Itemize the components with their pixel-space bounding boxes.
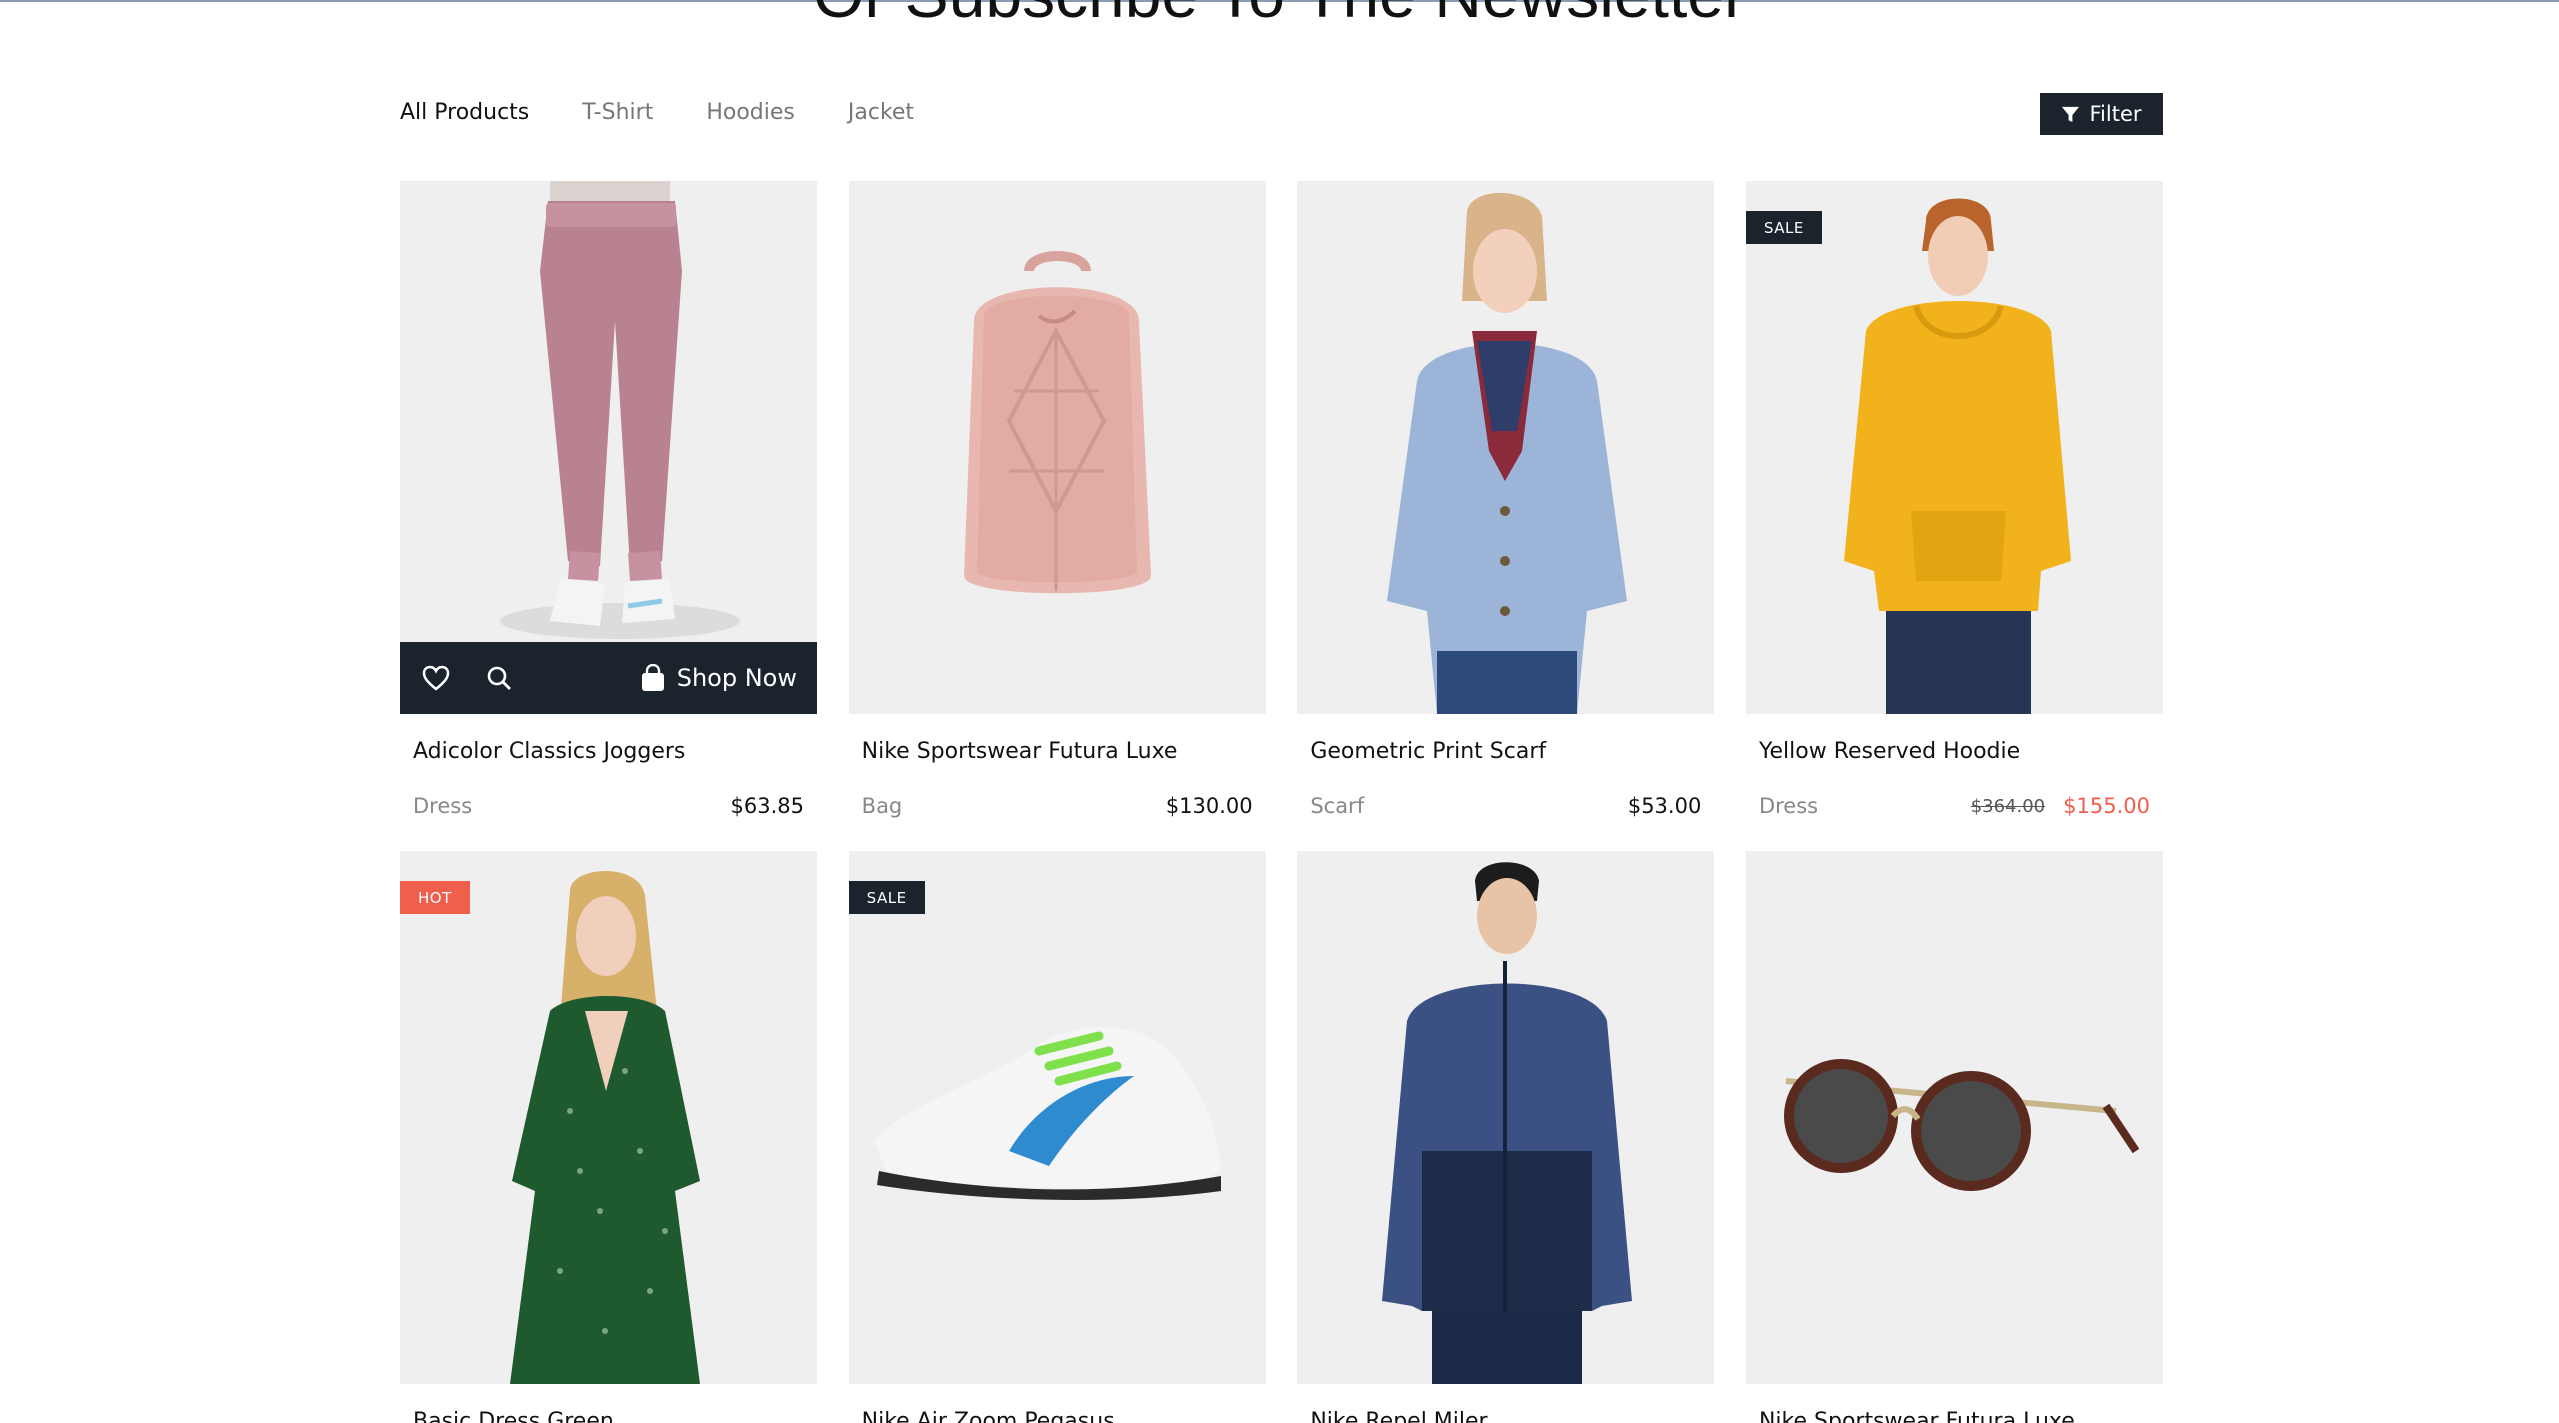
product-title[interactable]: Nike Repel Miler bbox=[1310, 1409, 1487, 1423]
page-heading: Or Subscribe To The Newsletter bbox=[0, 0, 2559, 34]
product-price: $130.00 bbox=[1165, 794, 1253, 818]
product-title[interactable]: Nike Sportswear Futura Luxe bbox=[862, 739, 1178, 764]
product-title[interactable]: Nike Sportswear Futura Luxe bbox=[1759, 1409, 2075, 1423]
sale-badge: SALE bbox=[848, 881, 925, 914]
search-icon[interactable] bbox=[483, 662, 515, 694]
white-sneaker-image bbox=[848, 851, 1266, 1384]
product-title[interactable]: Yellow Reserved Hoodie bbox=[1759, 739, 2020, 764]
product-image[interactable] bbox=[848, 181, 1266, 714]
navy-jacket-image bbox=[1297, 851, 1715, 1384]
category-tabs: All Products T-Shirt Hoodies Jacket bbox=[400, 96, 914, 130]
product-price: $63.85 bbox=[730, 794, 804, 818]
product-title[interactable]: Basic Dress Green bbox=[413, 1409, 614, 1423]
product-toolbar: All Products T-Shirt Hoodies Jacket Filt… bbox=[400, 93, 2163, 140]
product-grid: Shop Now Adicolor Classics Joggers Dress… bbox=[400, 181, 2163, 1423]
product-card[interactable]: Nike Repel Miler bbox=[1297, 851, 1715, 1423]
product-meta: Dress $364.00 $155.00 bbox=[1759, 789, 2150, 823]
product-card[interactable]: Nike Sportswear Futura Luxe bbox=[1745, 851, 2163, 1423]
yellow-hoodie-image bbox=[1745, 181, 2163, 714]
tab-all-products[interactable]: All Products bbox=[400, 96, 529, 130]
filter-button[interactable]: Filter bbox=[2040, 93, 2163, 135]
product-image[interactable]: Shop Now bbox=[400, 181, 817, 714]
filter-label: Filter bbox=[2089, 102, 2142, 126]
product-meta: Bag $130.00 bbox=[862, 789, 1253, 823]
shop-now-label: Shop Now bbox=[676, 664, 797, 692]
product-hover-actions: Shop Now bbox=[400, 642, 817, 714]
product-title[interactable]: Geometric Print Scarf bbox=[1310, 739, 1546, 764]
sale-badge: SALE bbox=[1745, 211, 1822, 244]
product-image[interactable]: HOT bbox=[400, 851, 817, 1384]
pink-joggers-image bbox=[400, 181, 817, 714]
product-category: Scarf bbox=[1310, 794, 1365, 818]
product-price: $53.00 bbox=[1627, 794, 1702, 818]
product-card[interactable]: SALE Nike Air Zoom Pegasus bbox=[848, 851, 1266, 1423]
funnel-icon bbox=[2062, 106, 2080, 122]
product-card[interactable]: SALE Yellow Reserved Hoodie Dress $364.0… bbox=[1745, 181, 2163, 818]
product-meta: Scarf $53.00 bbox=[1310, 789, 1701, 823]
green-dress-image bbox=[400, 851, 817, 1384]
product-category: Dress bbox=[413, 794, 473, 818]
tab-t-shirt[interactable]: T-Shirt bbox=[582, 96, 653, 130]
product-title[interactable]: Nike Air Zoom Pegasus bbox=[862, 1409, 1115, 1423]
product-old-price: $364.00 bbox=[1970, 795, 2046, 817]
product-card[interactable]: HOT Basic Dress Green bbox=[400, 851, 817, 1423]
tab-jacket[interactable]: Jacket bbox=[848, 96, 914, 130]
product-card[interactable]: Shop Now Adicolor Classics Joggers Dress… bbox=[400, 181, 817, 818]
heart-icon[interactable] bbox=[420, 662, 452, 694]
pink-backpack-image bbox=[848, 181, 1266, 714]
product-sale-price: $155.00 bbox=[2063, 794, 2150, 818]
product-card[interactable]: Geometric Print Scarf Scarf $53.00 bbox=[1297, 181, 1715, 818]
product-image[interactable]: SALE bbox=[1745, 181, 2163, 714]
product-image[interactable] bbox=[1297, 851, 1715, 1384]
product-card[interactable]: Nike Sportswear Futura Luxe Bag $130.00 bbox=[848, 181, 1266, 818]
product-image[interactable]: SALE bbox=[848, 851, 1266, 1384]
product-image[interactable] bbox=[1745, 851, 2163, 1384]
product-image[interactable] bbox=[1297, 181, 1715, 714]
blue-cardigan-scarf-image bbox=[1297, 181, 1715, 714]
shop-now-button[interactable]: Shop Now bbox=[641, 664, 797, 692]
sunglasses-image bbox=[1745, 851, 2163, 1384]
product-category: Bag bbox=[861, 794, 903, 818]
product-meta: Dress $63.85 bbox=[413, 789, 804, 823]
product-category: Dress bbox=[1758, 794, 1819, 818]
shopping-bag-icon bbox=[641, 664, 664, 691]
tab-hoodies[interactable]: Hoodies bbox=[706, 96, 795, 130]
product-title[interactable]: Adicolor Classics Joggers bbox=[413, 739, 685, 764]
hot-badge: HOT bbox=[400, 881, 470, 914]
